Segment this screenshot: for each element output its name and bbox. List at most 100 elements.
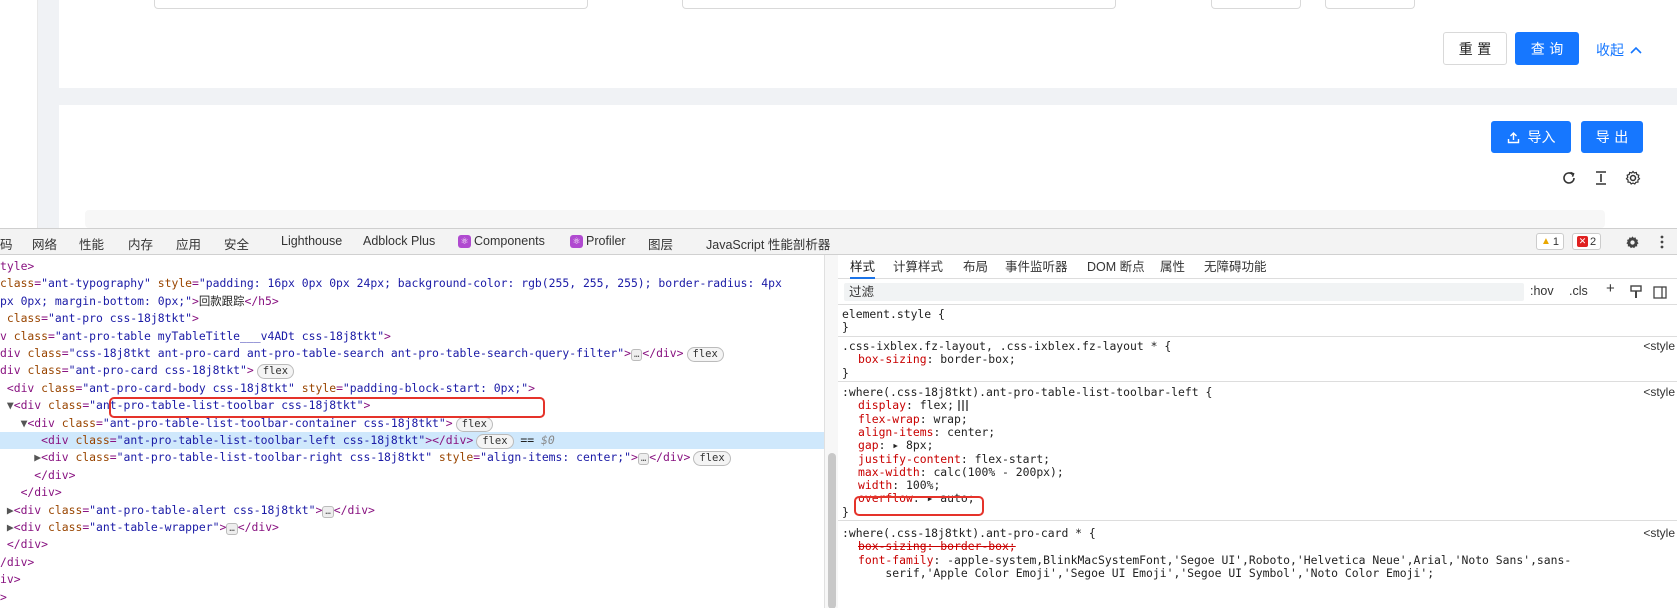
filter-input-1[interactable] [154,0,588,9]
reset-button[interactable]: 重 置 [1443,32,1507,65]
import-button[interactable]: 导入 [1491,121,1571,153]
devtools-tabbar: 码 网络 性能 内存 应用 安全 Lighthouse Adblock Plus… [0,229,1677,255]
css-declaration[interactable]: font-family: -apple-system,BlinkMacSyste… [858,553,1571,567]
ellipsis-expander[interactable]: … [226,523,238,535]
css-declaration[interactable]: width: 100%; [858,478,940,492]
css-declaration[interactable]: align-items: center; [858,425,995,439]
css-declaration[interactable]: flex-wrap: wrap; [858,412,968,426]
dom-node-line[interactable]: ▶<div class="ant-pro-table-list-toolbar-… [0,449,824,467]
tab-memory[interactable]: 内存 [128,234,153,253]
tab-sources[interactable]: 码 [0,234,13,253]
code-token: "ant-typography" [41,276,151,291]
css-declaration[interactable]: box-sizing: border-box; [858,352,1016,366]
errors-badge[interactable]: ✕ 2 [1572,233,1602,250]
tab-styles[interactable]: 样式 [850,260,876,279]
cls-toggle[interactable]: .cls [1569,284,1588,298]
tab-application[interactable]: 应用 [176,234,201,253]
collapse-label: 收起 [1596,43,1624,59]
settings-gear-icon[interactable] [1622,232,1642,252]
dom-node-line[interactable]: /div> [0,554,824,571]
dom-node-line[interactable]: ▶<div class="ant-pro-table-alert css-18j… [0,502,824,519]
dom-node-selected[interactable]: <div class="ant-pro-table-list-toolbar-l… [0,432,824,450]
dom-node-line[interactable]: > [0,589,824,606]
rule-selector[interactable]: element.style { [842,307,945,321]
dom-node-line[interactable]: </div> [0,467,824,484]
tab-accessibility[interactable]: 无障碍功能 [1204,260,1267,274]
search-button[interactable]: 查 询 [1515,32,1579,65]
filter-input-4[interactable] [1325,0,1415,9]
tab-js-profiler[interactable]: JavaScript 性能剖析器 [706,234,830,253]
styles-filter-input[interactable]: 过滤 [844,283,1524,301]
css-declaration[interactable]: justify-content: flex-start; [858,452,1050,466]
flex-badge[interactable]: flex [686,347,724,362]
elements-scrollbar[interactable] [824,255,838,608]
dom-node-line[interactable]: div class="css-18j8tkt ant-pro-card ant-… [0,345,824,362]
devtools-panel: 码 网络 性能 内存 应用 安全 Lighthouse Adblock Plus… [0,228,1677,608]
reload-icon[interactable] [1559,168,1579,188]
css-declaration[interactable]: gap: ▸ 8px; [858,438,933,452]
tab-adblock-plus[interactable]: Adblock Plus [363,234,435,248]
code-token: class [27,346,62,360]
code-token: = [96,415,103,430]
dom-node-line[interactable]: v class="ant-pro-table myTableTitle___v4… [0,328,824,345]
elements-tree[interactable]: tyle> class="ant-typography" style="paddi… [0,255,824,608]
tab-network[interactable]: 网络 [32,234,57,253]
hov-toggle[interactable]: :hov [1530,284,1554,298]
dom-node-line[interactable]: class="ant-typography" style="padding: 1… [0,275,824,292]
tab-security[interactable]: 安全 [224,234,249,253]
tab-profiler[interactable]: ⚛ Profiler [570,234,626,248]
tab-lighthouse[interactable]: Lighthouse [281,234,342,248]
filter-input-3[interactable] [1211,0,1301,9]
dom-node-line[interactable]: div class="ant-pro-card css-18j8tkt"> fle… [0,362,824,380]
css-declaration[interactable]: display: flex; [858,398,970,412]
tab-event-listeners[interactable]: 事件监听器 [1005,260,1068,274]
tab-dom-breakpoints[interactable]: DOM 断点 [1087,260,1145,274]
paint-format-icon[interactable] [1626,282,1646,302]
setting-icon[interactable] [1623,168,1643,188]
collapse-link[interactable]: 收起 [1596,40,1642,60]
column-height-icon[interactable] [1591,168,1611,188]
rule-selector[interactable]: .css-ixblex.fz-layout, .css-ixblex.fz-la… [842,339,1171,353]
flex-badge[interactable]: flex [476,434,514,449]
tab-computed[interactable]: 计算样式 [893,260,943,274]
warnings-badge[interactable]: ▲ 1 [1536,233,1565,250]
scrollbar-thumb[interactable] [828,453,836,608]
tab-performance[interactable]: 性能 [79,234,104,253]
tab-components[interactable]: ⚛ Components [458,234,545,248]
dom-node-line[interactable]: iv> [0,571,824,588]
rule-source-link[interactable]: <style [1643,339,1675,353]
ellipsis-expander[interactable]: … [322,505,334,518]
tab-layout[interactable]: 布局 [963,260,988,274]
dom-node-line[interactable]: tyle> [0,258,824,275]
flex-badge[interactable]: flex [693,451,731,467]
export-button[interactable]: 导 出 [1581,121,1643,153]
flex-badge[interactable]: flex [256,364,295,380]
filter-input-2[interactable] [682,0,1116,9]
dom-node-line[interactable]: </div> [0,484,824,501]
errors-count: 2 [1590,235,1597,248]
code-token: <div [13,398,49,413]
rule-source-link[interactable]: <style [1643,526,1675,540]
dom-node-line[interactable]: px 0px; margin-bottom: 0px;">回款跟踪</h5> [0,293,824,310]
ellipsis-expander[interactable]: … [637,453,650,466]
flex-badge[interactable]: flex [455,416,493,432]
code-token: "align-items: center;" [480,450,631,465]
code-token: = [48,328,55,343]
css-declaration[interactable]: max-width: calc(100% - 200px); [858,465,1064,479]
flex-editor-icon[interactable] [958,400,970,412]
tab-layers[interactable]: 图层 [648,234,673,253]
dom-node-line[interactable]: ▶<div class="ant-table-wrapper">… </div> [0,519,824,536]
new-rule-button[interactable]: + [1606,281,1615,296]
dom-node-line[interactable]: class="ant-pro css-18j8tkt"> [0,310,824,327]
dom-node-line[interactable]: <div class = "ant-pro-card-body css-18j8tk… [0,380,824,397]
more-menu-icon[interactable] [1652,232,1672,252]
toggle-sidebar-icon[interactable] [1650,282,1670,302]
rule-source-link[interactable]: <style [1643,385,1675,399]
css-colon: : [878,438,893,453]
css-declaration[interactable]: box-sizing: border-box; [858,539,1016,553]
dom-node-line[interactable]: </div> [0,536,824,553]
rule-selector[interactable]: :where(.css-18j8tkt).ant-pro-card * { [842,526,1096,540]
rule-selector[interactable]: :where(.css-18j8tkt).ant-pro-table-list-… [842,385,1212,399]
ellipsis-expander[interactable]: … [630,349,643,361]
tab-properties[interactable]: 属性 [1160,260,1185,274]
